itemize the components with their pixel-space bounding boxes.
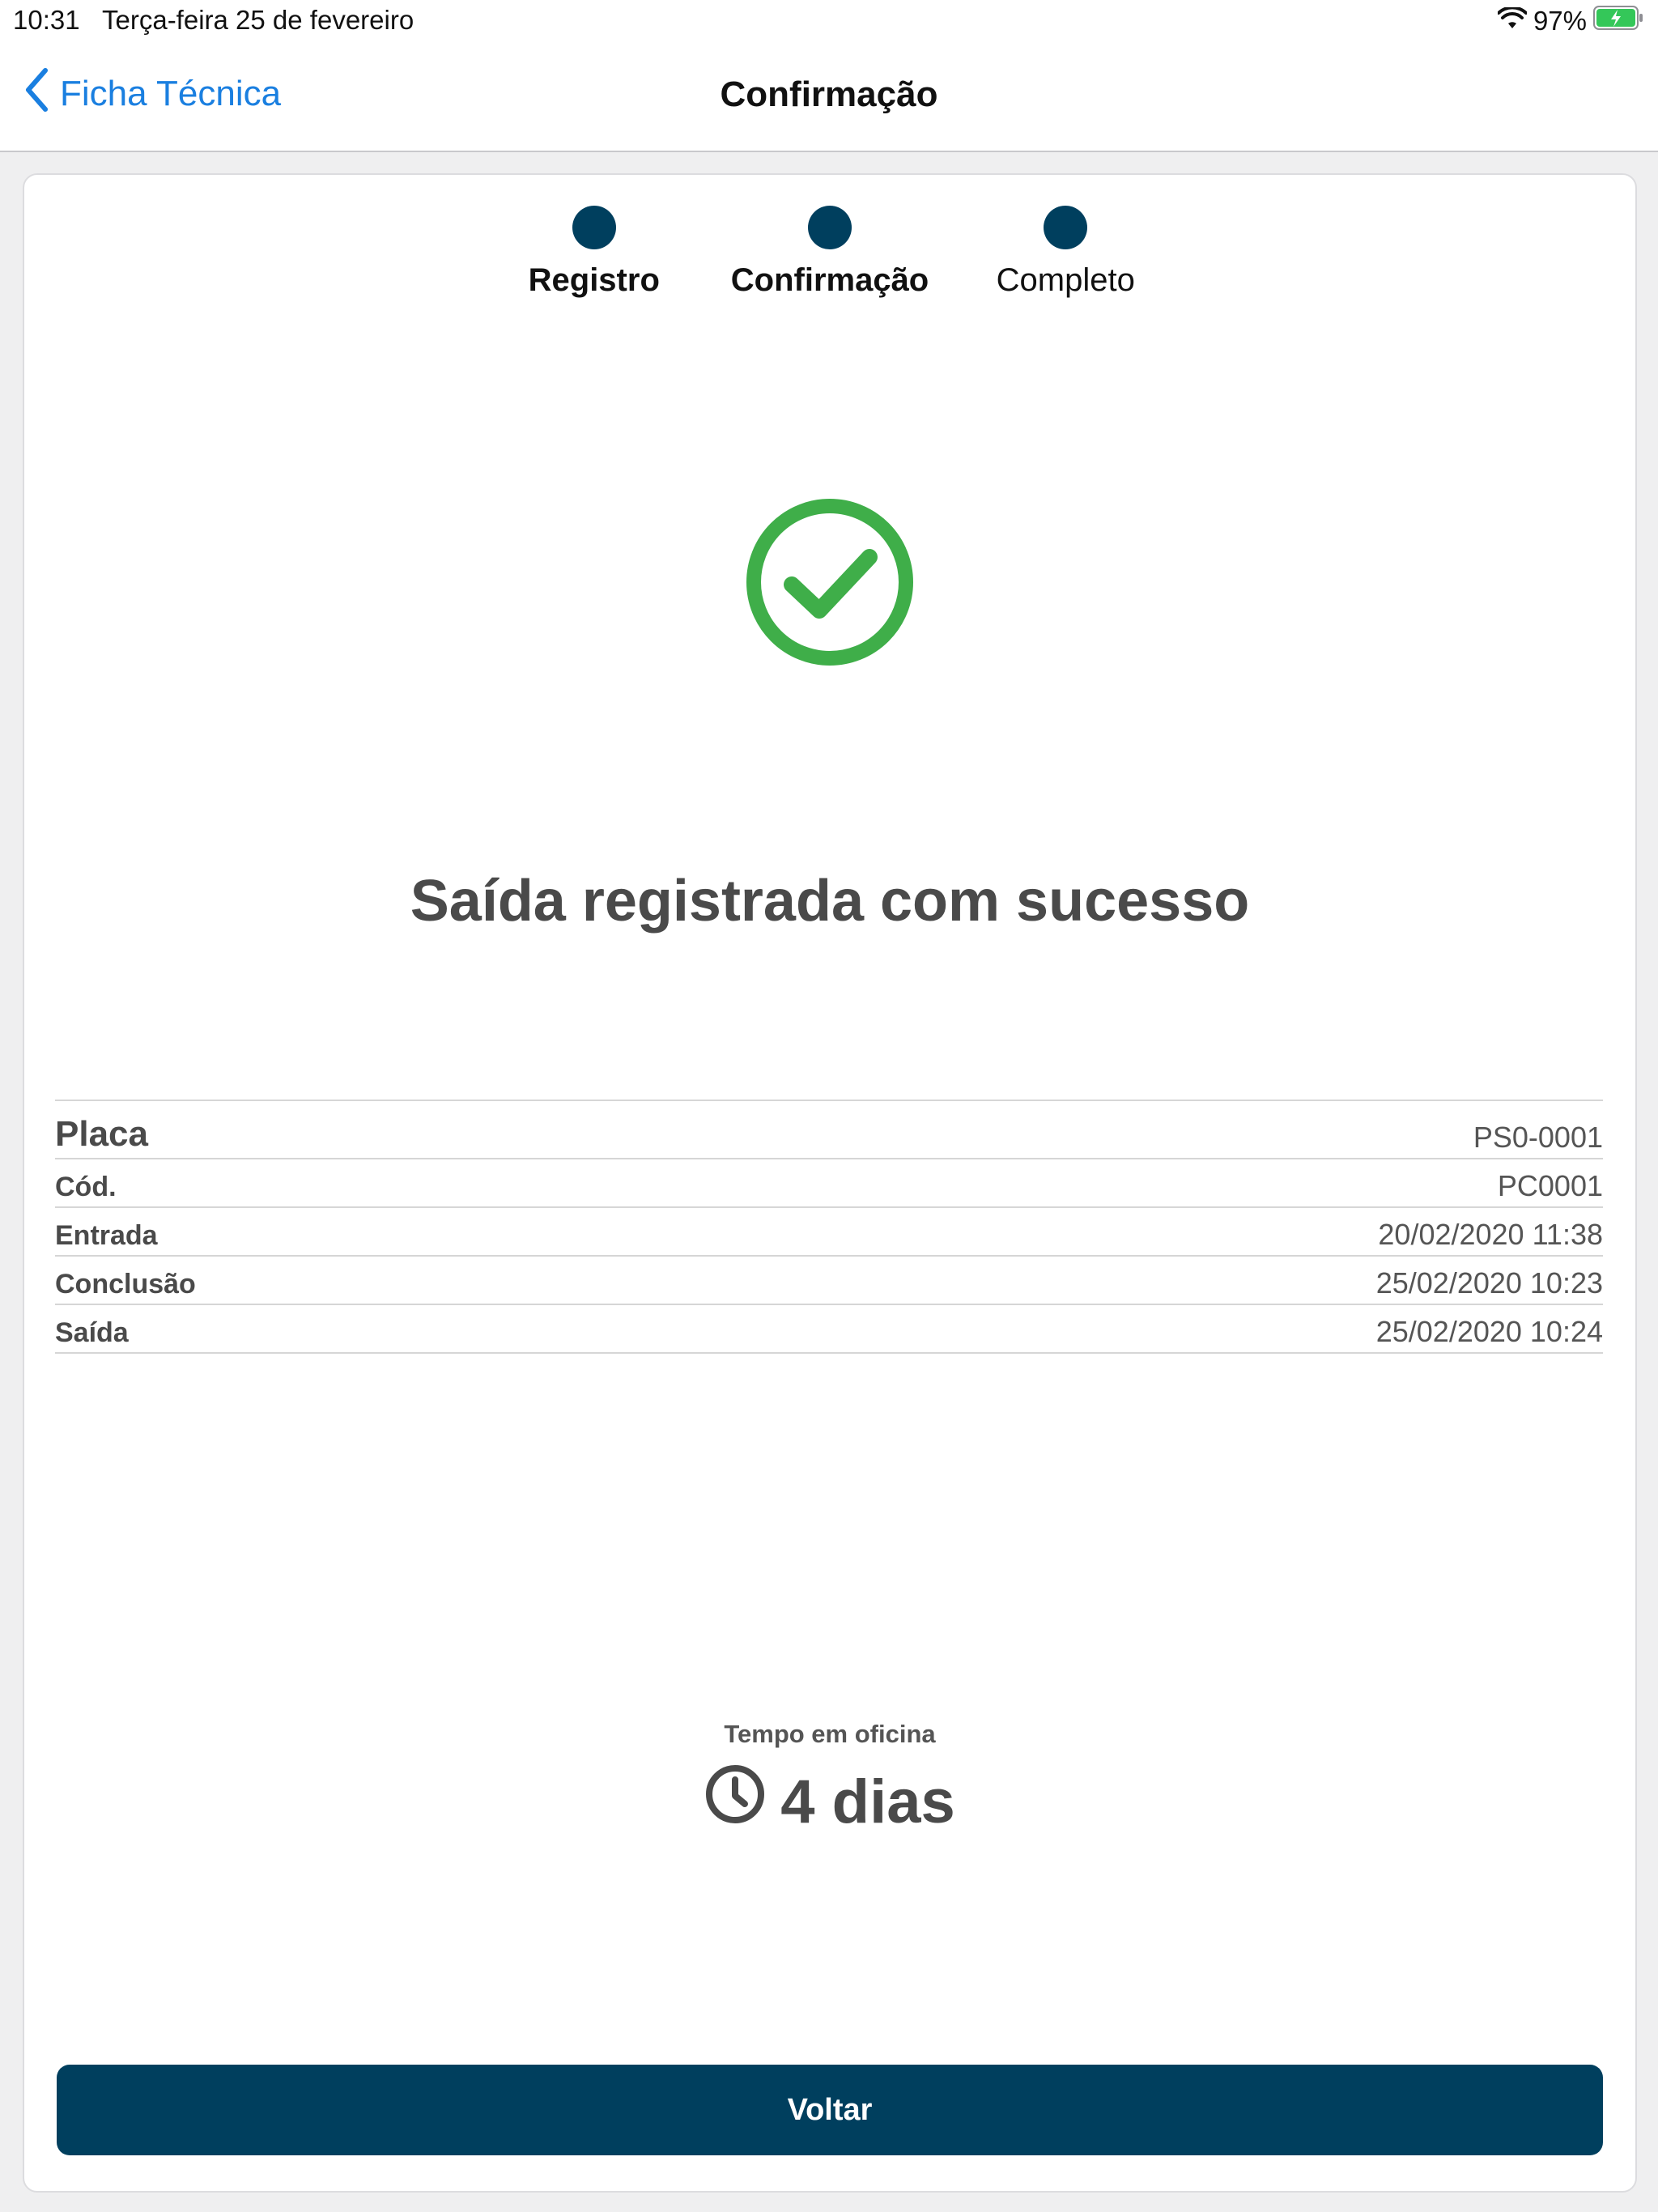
detail-row-cod: Cód. PC0001 bbox=[55, 1159, 1603, 1208]
step-completo: Completo bbox=[984, 206, 1147, 299]
detail-row-placa: Placa PS0-0001 bbox=[55, 1101, 1603, 1159]
detail-row-conclusao: Conclusão 25/02/2020 10:23 bbox=[55, 1257, 1603, 1305]
step-dot bbox=[1044, 206, 1088, 249]
details-table: Placa PS0-0001 Cód. PC0001 Entrada 20/02… bbox=[55, 1100, 1603, 1354]
page-title: Confirmação bbox=[720, 74, 938, 114]
status-time: 10:31 bbox=[13, 5, 80, 35]
detail-row-entrada: Entrada 20/02/2020 11:38 bbox=[55, 1208, 1603, 1257]
workshop-time-label: Tempo em oficina bbox=[724, 1720, 936, 1748]
status-indicators: 97% bbox=[1496, 5, 1643, 37]
battery-percentage: 97% bbox=[1533, 6, 1587, 36]
detail-label: Cód. bbox=[55, 1172, 117, 1202]
step-label: Confirmação bbox=[730, 262, 929, 298]
wifi-icon bbox=[1496, 6, 1528, 36]
status-date: Terça-feira 25 de fevereiro bbox=[102, 5, 414, 35]
workshop-time-value: 4 dias bbox=[780, 1767, 955, 1836]
workshop-time-value-row: 4 dias bbox=[24, 1763, 1635, 1840]
detail-value: 25/02/2020 10:23 bbox=[1375, 1266, 1603, 1300]
checkmark-circle-icon bbox=[745, 497, 915, 667]
step-label: Registro bbox=[528, 262, 660, 298]
progress-stepper: Registro Confirmação Completo bbox=[24, 206, 1635, 299]
confirmation-card: Registro Confirmação Completo Saída regi… bbox=[23, 173, 1637, 2193]
detail-label: Entrada bbox=[55, 1220, 158, 1251]
detail-label: Saída bbox=[55, 1317, 129, 1348]
detail-row-saida: Saída 25/02/2020 10:24 bbox=[55, 1305, 1603, 1354]
status-bar: 10:31 Terça-feira 25 de fevereiro 97% bbox=[0, 0, 1658, 45]
detail-label: Placa bbox=[55, 1114, 148, 1154]
detail-value: PC0001 bbox=[1497, 1169, 1603, 1202]
navigation-bar: Ficha Técnica Confirmação bbox=[0, 45, 1658, 152]
step-dot bbox=[808, 206, 852, 249]
detail-value: PS0-0001 bbox=[1473, 1121, 1603, 1154]
step-label: Completo bbox=[996, 262, 1135, 298]
workshop-time: Tempo em oficina 4 dias bbox=[24, 1720, 1635, 1840]
detail-value: 25/02/2020 10:24 bbox=[1375, 1315, 1603, 1348]
step-dot bbox=[572, 206, 616, 249]
step-registro: Registro bbox=[512, 206, 676, 299]
battery-charging-icon bbox=[1593, 5, 1643, 37]
step-confirmacao: Confirmação bbox=[731, 206, 929, 299]
success-message: Saída registrada com sucesso bbox=[410, 869, 1250, 934]
detail-label: Conclusão bbox=[55, 1269, 196, 1300]
voltar-button[interactable]: Voltar bbox=[57, 2065, 1603, 2155]
detail-value: 20/02/2020 11:38 bbox=[1378, 1218, 1603, 1251]
clock-icon bbox=[704, 1763, 766, 1840]
